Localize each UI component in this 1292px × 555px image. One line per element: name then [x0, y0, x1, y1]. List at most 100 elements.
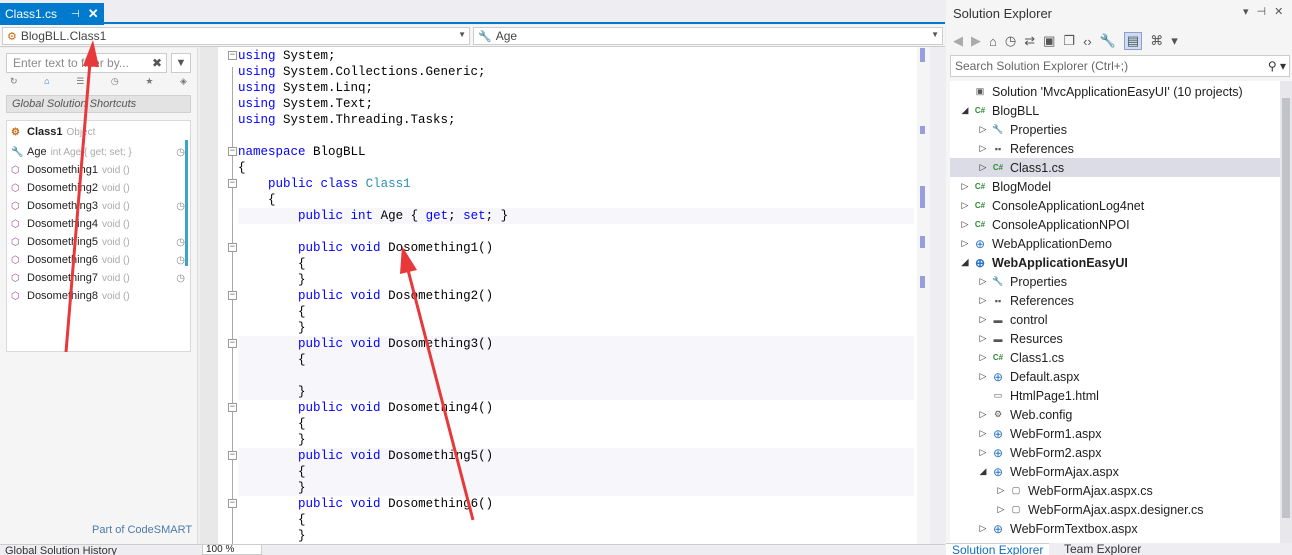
- tree-node[interactable]: ▷ C# Class1.cs: [950, 158, 1280, 177]
- tree-node[interactable]: ▷ ⊕ WebFormTextbox.aspx: [950, 519, 1280, 538]
- fold-toggle-icon[interactable]: −: [228, 403, 237, 412]
- member-item[interactable]: ⬡ Dosomething3 void () ◷: [11, 197, 187, 215]
- code-line[interactable]: using System.Threading.Tasks;: [238, 112, 456, 128]
- code-line[interactable]: }: [238, 480, 306, 496]
- collapsed-arrow-icon[interactable]: ▷: [976, 143, 990, 154]
- code-line[interactable]: {: [238, 464, 306, 480]
- tree-icon[interactable]: ⌘: [1150, 33, 1163, 49]
- global-shortcuts-bar[interactable]: Global Solution Shortcuts: [6, 95, 191, 113]
- tree-node[interactable]: ◢ ⊕ WebFormAjax.aspx: [950, 462, 1280, 481]
- member-item[interactable]: ⬡ Dosomething6 void () ◷: [11, 251, 187, 269]
- tree-node[interactable]: ▷ C# ConsoleApplicationNPOI: [950, 215, 1280, 234]
- tab-class1-cs[interactable]: Class1.cs ⊣ ✕: [0, 3, 104, 25]
- clock-icon[interactable]: ◷: [111, 76, 119, 90]
- code-line[interactable]: namespace BlogBLL: [238, 144, 366, 160]
- code-line[interactable]: {: [238, 160, 246, 176]
- collapsed-arrow-icon[interactable]: ▷: [958, 238, 972, 249]
- search-icon[interactable]: ⚲ ▾: [1268, 56, 1286, 76]
- collapsed-arrow-icon[interactable]: ▷: [976, 124, 990, 135]
- forward-icon[interactable]: ▶: [971, 33, 981, 49]
- global-history-label[interactable]: Global Solution History: [5, 545, 117, 555]
- tree-node[interactable]: ◢ ⊕ WebApplicationEasyUI: [950, 253, 1280, 272]
- code-line[interactable]: using System;: [238, 48, 336, 64]
- collapsed-arrow-icon[interactable]: ▷: [958, 200, 972, 211]
- fold-toggle-icon[interactable]: −: [228, 339, 237, 348]
- expanded-arrow-icon[interactable]: ◢: [958, 257, 972, 268]
- code-line[interactable]: public void Dosomething4(): [238, 400, 493, 416]
- tree-node[interactable]: ▷ ▬ Resurces: [950, 329, 1280, 348]
- solution-search-input[interactable]: Search Solution Explorer (Ctrl+;) ⚲ ▾: [950, 55, 1290, 77]
- show-all-icon[interactable]: ❐: [1063, 33, 1075, 49]
- list-icon[interactable]: ☰: [76, 76, 84, 90]
- tree-node[interactable]: ▷ C# Class1.cs: [950, 348, 1280, 367]
- tree-node[interactable]: ▷ C# ConsoleApplicationLog4net: [950, 196, 1280, 215]
- collapsed-arrow-icon[interactable]: ▷: [976, 523, 990, 534]
- fold-toggle-icon[interactable]: −: [228, 243, 237, 252]
- clear-filter-icon[interactable]: ✖: [152, 53, 168, 73]
- sync-icon[interactable]: ⇄: [1024, 33, 1035, 49]
- dropdown-icon[interactable]: ▾: [1243, 6, 1257, 18]
- code-line[interactable]: public int Age { get; set; }: [238, 208, 508, 224]
- code-editor[interactable]: using System; − using System.Collections.G…: [200, 47, 930, 544]
- tree-node[interactable]: ▷ ▢ WebFormAjax.aspx.cs: [950, 481, 1280, 500]
- codesmart-link[interactable]: Part of CodeSMART: [92, 524, 192, 536]
- collapsed-arrow-icon[interactable]: ▷: [958, 181, 972, 192]
- member-item[interactable]: ⬡ Dosomething8 void (): [11, 287, 187, 305]
- fold-toggle-icon[interactable]: −: [228, 51, 237, 60]
- fold-toggle-icon[interactable]: −: [228, 147, 237, 156]
- tree-node[interactable]: ▷ ▬ control: [950, 310, 1280, 329]
- collapsed-arrow-icon[interactable]: ▷: [976, 333, 990, 344]
- collapsed-arrow-icon[interactable]: ▷: [994, 485, 1008, 496]
- member-item[interactable]: ⬡ Dosomething1 void (): [11, 161, 187, 179]
- tree-node[interactable]: ▷ ▪▪ References: [950, 139, 1280, 158]
- refresh-icon[interactable]: ↻: [10, 76, 18, 90]
- tree-node[interactable]: ▷ ⊕ WebForm1.aspx: [950, 424, 1280, 443]
- collapsed-arrow-icon[interactable]: ▷: [976, 276, 990, 287]
- collapsed-arrow-icon[interactable]: ▷: [976, 371, 990, 382]
- chevron-down-icon[interactable]: ▾: [1171, 33, 1178, 49]
- code-line[interactable]: using System.Linq;: [238, 80, 373, 96]
- code-line[interactable]: public void Dosomething2(): [238, 288, 493, 304]
- back-icon[interactable]: ◀: [953, 33, 963, 49]
- code-line[interactable]: {: [238, 352, 306, 368]
- tree-node[interactable]: ▷ ▪▪ References: [950, 291, 1280, 310]
- close-icon[interactable]: ✕: [88, 6, 99, 22]
- tree-node[interactable]: ▷ ⊕ Default.aspx: [950, 367, 1280, 386]
- tree-node[interactable]: ▭ HtmlPage1.html: [950, 386, 1280, 405]
- tree-node[interactable]: ▷ ⊕ WebForm2.aspx: [950, 443, 1280, 462]
- zoom-dropdown[interactable]: 100 %: [202, 544, 262, 555]
- member-dropdown[interactable]: 🔧 Age ▼: [473, 27, 943, 45]
- tree-node[interactable]: ▷ 🔧 Properties: [950, 272, 1280, 291]
- code-line[interactable]: public void Dosomething6(): [238, 496, 493, 512]
- code-line[interactable]: }: [238, 432, 306, 448]
- member-item[interactable]: 🔧 Age int Age { get; set; } ◷: [11, 143, 187, 161]
- expanded-arrow-icon[interactable]: ◢: [958, 105, 972, 116]
- pin-icon[interactable]: ⊣: [71, 9, 80, 20]
- collapsed-arrow-icon[interactable]: ▷: [994, 504, 1008, 515]
- code-line[interactable]: using System.Collections.Generic;: [238, 64, 486, 80]
- code-line[interactable]: }: [238, 320, 306, 336]
- tree-node[interactable]: ▷ ▢ WebFormAjax.aspx.designer.cs: [950, 500, 1280, 519]
- code-line[interactable]: {: [238, 512, 306, 528]
- collapsed-arrow-icon[interactable]: ▷: [976, 428, 990, 439]
- collapsed-arrow-icon[interactable]: ▷: [976, 409, 990, 420]
- code-line[interactable]: }: [238, 384, 306, 400]
- class-header[interactable]: ⚙ Class1 Object: [11, 123, 187, 141]
- collapsed-arrow-icon[interactable]: ▷: [976, 295, 990, 306]
- code-line[interactable]: {: [238, 304, 306, 320]
- filter-input[interactable]: Enter text to filter by...: [6, 53, 167, 73]
- code-icon[interactable]: ‹›: [1083, 34, 1092, 49]
- tree-node[interactable]: ▷ ⚙ Web.config: [950, 405, 1280, 424]
- code-line[interactable]: }: [238, 528, 306, 544]
- collapsed-arrow-icon[interactable]: ▷: [958, 219, 972, 230]
- collapsed-arrow-icon[interactable]: ▷: [976, 162, 990, 173]
- collapsed-arrow-icon[interactable]: ▷: [976, 352, 990, 363]
- tab-solution-explorer[interactable]: Solution Explorer: [946, 543, 1050, 555]
- collapse-icon[interactable]: ▣: [1043, 33, 1055, 49]
- tree-scroll-thumb[interactable]: [1282, 98, 1290, 518]
- editor-scrollbar[interactable]: [917, 47, 930, 544]
- tag-icon[interactable]: ◈: [180, 76, 187, 90]
- tree-node[interactable]: ▷ ⊕ WebApplicationDemo: [950, 234, 1280, 253]
- code-line[interactable]: public void Dosomething3(): [238, 336, 493, 352]
- home-icon[interactable]: ⌂: [44, 76, 49, 90]
